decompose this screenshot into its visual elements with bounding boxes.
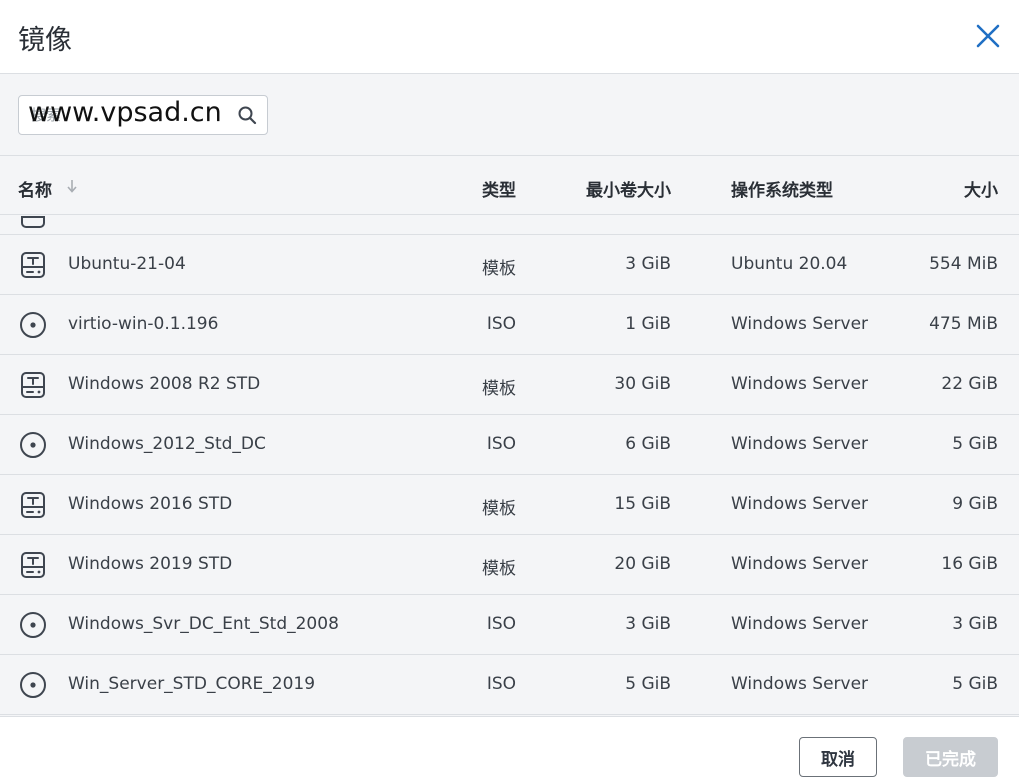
- cancel-button[interactable]: 取消: [799, 737, 877, 777]
- cell-os-type: Windows Server: [731, 434, 869, 454]
- cell-type: ISO: [486, 614, 516, 634]
- table-row-partial[interactable]: [0, 216, 1019, 235]
- cell-name: virtio-win-0.1.196: [68, 314, 219, 334]
- cell-min-volume: 6 GiB: [625, 434, 671, 454]
- done-button[interactable]: 已完成: [903, 737, 998, 777]
- cell-os-type: Windows Server: [731, 554, 869, 574]
- cell-type: ISO: [486, 674, 516, 694]
- cell-min-volume: 20 GiB: [614, 554, 671, 574]
- cell-name: Windows 2008 R2 STD: [68, 374, 261, 394]
- image-dialog: 镜像 www.vpsad.cn 名称 类型 最小卷大小 操作系统类型 大小: [0, 0, 1019, 781]
- cell-os-type: Windows Server: [731, 314, 869, 334]
- cell-size: 5 GiB: [952, 674, 998, 694]
- search-icon[interactable]: [237, 105, 257, 125]
- table-body[interactable]: Ubuntu-21-04 模板 3 GiB Ubuntu 20.04 554 MiB vi…: [0, 216, 1019, 716]
- cell-min-volume: 1 GiB: [625, 314, 671, 334]
- cell-name: Win_Server_STD_CORE_2019: [68, 674, 316, 694]
- iso-disc-icon: [20, 432, 46, 458]
- column-header-os-type[interactable]: 操作系统类型: [731, 176, 833, 201]
- cell-os-type: Windows Server: [731, 674, 869, 694]
- iso-disc-icon: [20, 312, 46, 338]
- cell-os-type: Windows Server: [731, 494, 869, 514]
- iso-disc-icon: [20, 672, 46, 698]
- table-row[interactable]: virtio-win-0.1.196 ISO 1 GiB Windows Server…: [0, 295, 1019, 355]
- cell-type: ISO: [486, 314, 516, 334]
- cell-size: 554 MiB: [929, 254, 998, 274]
- table-row[interactable]: Windows 2008 R2 STD 模板 30 GiB Windows Serve…: [0, 355, 1019, 415]
- column-header-type[interactable]: 类型: [482, 176, 516, 201]
- table-row[interactable]: Windows_Svr_DC_Ent_Std_2008 ISO 3 GiB Windo…: [0, 595, 1019, 655]
- sort-descending-icon[interactable]: [66, 178, 78, 194]
- cell-min-volume: 30 GiB: [614, 374, 671, 394]
- cell-name: Windows 2019 STD: [68, 554, 233, 574]
- cell-size: 5 GiB: [952, 434, 998, 454]
- table-header: 名称 类型 最小卷大小 操作系统类型 大小: [0, 155, 1019, 215]
- cell-min-volume: 5 GiB: [625, 674, 671, 694]
- template-drive-icon: [21, 492, 45, 518]
- cell-size: 22 GiB: [941, 374, 998, 394]
- cell-name: Ubuntu-21-04: [68, 254, 186, 274]
- cell-type: ISO: [486, 434, 516, 454]
- table-row[interactable]: Ubuntu-21-04 模板 3 GiB Ubuntu 20.04 554 MiB: [0, 235, 1019, 295]
- cell-size: 475 MiB: [929, 314, 998, 334]
- table-row[interactable]: Windows_2012_Std_DC ISO 6 GiB Windows Serve…: [0, 415, 1019, 475]
- column-header-name[interactable]: 名称: [18, 176, 52, 201]
- cell-size: 3 GiB: [952, 614, 998, 634]
- cell-name: Windows_2012_Std_DC: [68, 434, 266, 454]
- cell-os-type: Ubuntu 20.04: [731, 254, 848, 274]
- cell-name: Windows 2016 STD: [68, 494, 233, 514]
- cell-type: 模板: [482, 259, 516, 279]
- search-input[interactable]: [19, 96, 229, 134]
- table-row[interactable]: Windows 2019 STD 模板 20 GiB Windows Server 16…: [0, 535, 1019, 595]
- dialog-header: 镜像: [0, 0, 1019, 74]
- cell-min-volume: 3 GiB: [625, 614, 671, 634]
- table-row[interactable]: Win_Server_STD_CORE_2019 ISO 5 GiB Windows …: [0, 655, 1019, 715]
- cell-name: Windows_Svr_DC_Ent_Std_2008: [68, 614, 339, 634]
- cell-min-volume: 3 GiB: [625, 254, 671, 274]
- dialog-footer: 取消 已完成: [0, 716, 1019, 781]
- template-drive-icon: [21, 552, 45, 578]
- cell-size: 16 GiB: [941, 554, 998, 574]
- toolbar: www.vpsad.cn: [0, 75, 1019, 155]
- search-box[interactable]: [18, 95, 268, 135]
- table-row[interactable]: Windows 2016 STD 模板 15 GiB Windows Server 9 …: [0, 475, 1019, 535]
- template-drive-icon: [21, 216, 45, 228]
- column-header-size[interactable]: 大小: [964, 176, 998, 201]
- template-drive-icon: [21, 372, 45, 398]
- template-drive-icon: [21, 252, 45, 278]
- column-header-min-volume[interactable]: 最小卷大小: [586, 176, 671, 201]
- cell-os-type: Windows Server: [731, 614, 869, 634]
- cell-min-volume: 15 GiB: [614, 494, 671, 514]
- cell-type: 模板: [482, 559, 516, 579]
- cell-os-type: Windows Server: [731, 374, 869, 394]
- dialog-title: 镜像: [18, 25, 72, 56]
- close-icon[interactable]: [972, 20, 1004, 52]
- cell-type: 模板: [482, 499, 516, 519]
- iso-disc-icon: [20, 612, 46, 638]
- cell-size: 9 GiB: [952, 494, 998, 514]
- cell-type: 模板: [482, 379, 516, 399]
